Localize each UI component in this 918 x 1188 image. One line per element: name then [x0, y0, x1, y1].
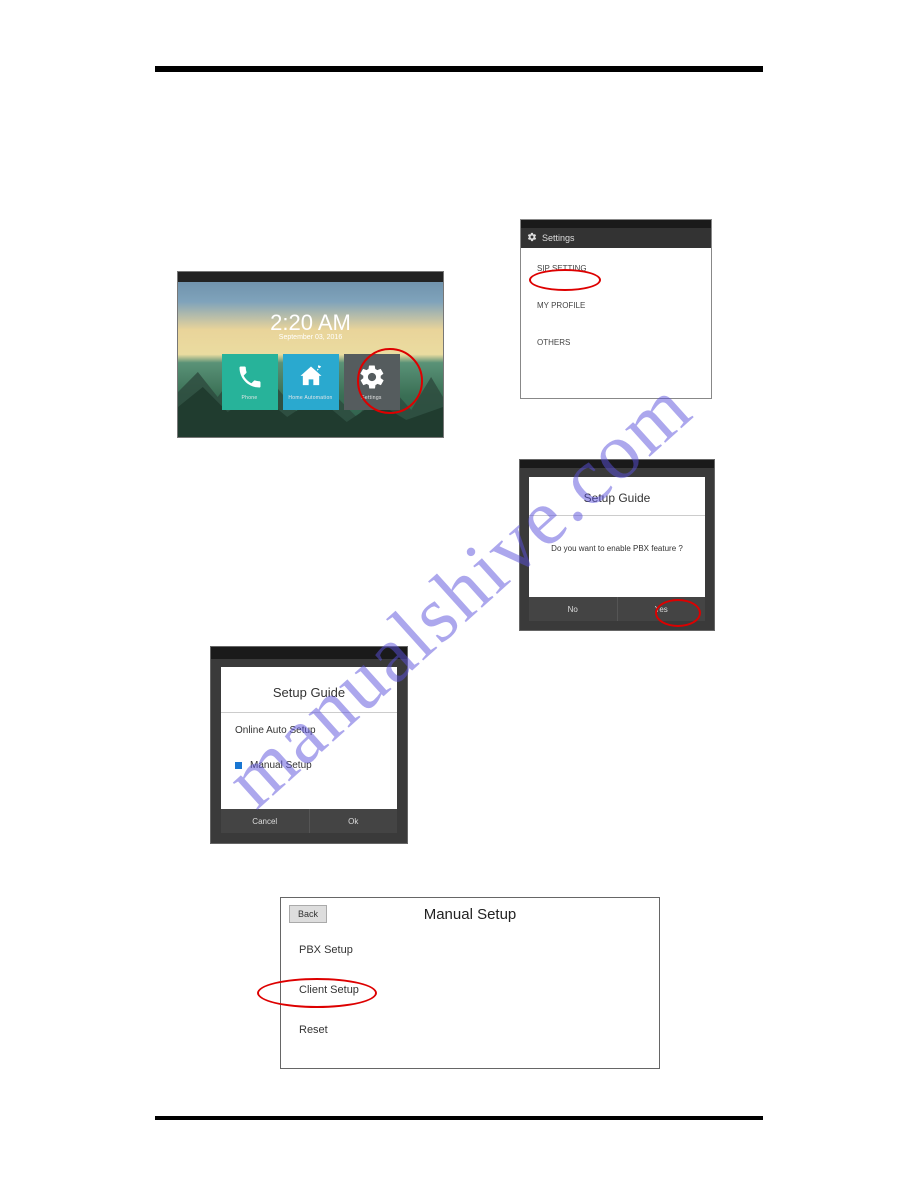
yes-button[interactable]: Yes: [618, 597, 706, 621]
tile-home-automation[interactable]: Home Automation: [283, 354, 339, 410]
option-label: Manual Setup: [250, 760, 312, 771]
tile-settings-label: Settings: [344, 395, 400, 401]
tile-home-label: Home Automation: [283, 395, 339, 401]
settings-header-title: Settings: [542, 233, 575, 243]
tile-phone-label: Phone: [222, 395, 278, 401]
option-online-auto[interactable]: Online Auto Setup: [221, 713, 397, 748]
dialog-panel: Setup Guide Online Auto Setup Manual Set…: [221, 667, 397, 833]
status-bar: [521, 220, 711, 228]
settings-item-profile[interactable]: MY PROFILE: [521, 285, 711, 322]
screenshot-setup-options: Setup Guide Online Auto Setup Manual Set…: [210, 646, 408, 844]
phone-icon: [236, 363, 264, 393]
tile-settings[interactable]: Settings: [344, 354, 400, 410]
settings-item-sip[interactable]: SIP SETTING: [521, 248, 711, 285]
settings-header: Settings: [521, 228, 711, 248]
screenshot-manual-setup: Back Manual Setup PBX Setup Client Setup…: [280, 897, 660, 1069]
manual-item-client[interactable]: Client Setup: [281, 970, 659, 1010]
tile-phone[interactable]: Phone: [222, 354, 278, 410]
screenshot-home: 2:20 AM September 03, 2016 Phone Home Au…: [177, 271, 444, 438]
page-bottom-rule: [155, 1116, 763, 1120]
status-bar: [211, 647, 407, 659]
manual-setup-title: Manual Setup: [424, 906, 517, 923]
clock-date: September 03, 2016: [178, 334, 443, 341]
screenshot-settings: Settings SIP SETTING MY PROFILE OTHERS: [520, 219, 712, 399]
page-top-rule: [155, 66, 763, 72]
gear-icon: [527, 232, 537, 244]
gear-icon: [358, 363, 386, 393]
manual-setup-header: Back Manual Setup: [281, 898, 659, 930]
screenshot-enable-pbx: Setup Guide Do you want to enable PBX fe…: [519, 459, 715, 631]
no-button[interactable]: No: [529, 597, 618, 621]
ok-button[interactable]: Ok: [310, 809, 398, 833]
dialog-body: Do you want to enable PBX feature ?: [529, 516, 705, 553]
status-bar: [520, 460, 714, 468]
radio-selected-icon: [235, 762, 242, 769]
clock-time: 2:20 AM: [178, 310, 443, 336]
dialog-title: Setup Guide: [221, 667, 397, 713]
settings-item-others[interactable]: OTHERS: [521, 322, 711, 359]
option-manual-setup[interactable]: Manual Setup: [221, 748, 397, 783]
option-label: Online Auto Setup: [235, 725, 316, 736]
status-bar: [178, 272, 443, 282]
manual-item-pbx[interactable]: PBX Setup: [281, 930, 659, 970]
cancel-button[interactable]: Cancel: [221, 809, 310, 833]
dialog-panel: Setup Guide Do you want to enable PBX fe…: [529, 477, 705, 621]
back-button[interactable]: Back: [289, 905, 327, 923]
home-icon: [297, 363, 325, 393]
manual-item-reset[interactable]: Reset: [281, 1010, 659, 1050]
dialog-title: Setup Guide: [529, 477, 705, 516]
home-tiles: Phone Home Automation Settings: [222, 354, 400, 410]
